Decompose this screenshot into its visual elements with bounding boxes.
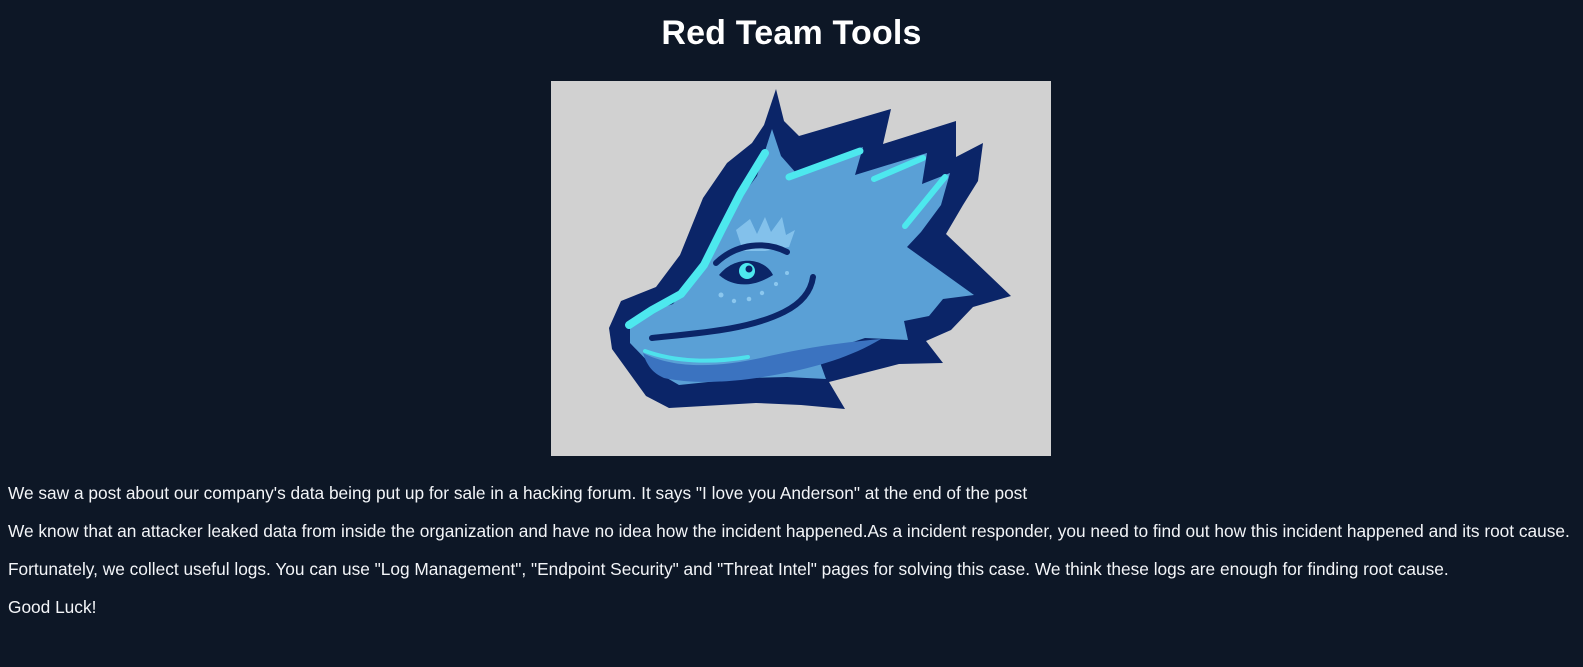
dragon-head-icon — [551, 81, 1051, 456]
paragraph-incident-response: We know that an attacker leaked data fro… — [8, 521, 1570, 541]
page-container: Red Team Tools We saw a post about our c… — [0, 0, 1583, 667]
paragraph-forum-post: We saw a post about our company's data b… — [8, 483, 1028, 503]
paragraph-log-guidance: Fortunately, we collect useful logs. You… — [8, 559, 1449, 579]
page-title: Red Team Tools — [661, 14, 922, 52]
paragraph-good-luck: Good Luck! — [8, 597, 97, 617]
incident-description: We saw a post about our company's data b… — [8, 480, 1576, 632]
hero-image — [551, 81, 1051, 456]
